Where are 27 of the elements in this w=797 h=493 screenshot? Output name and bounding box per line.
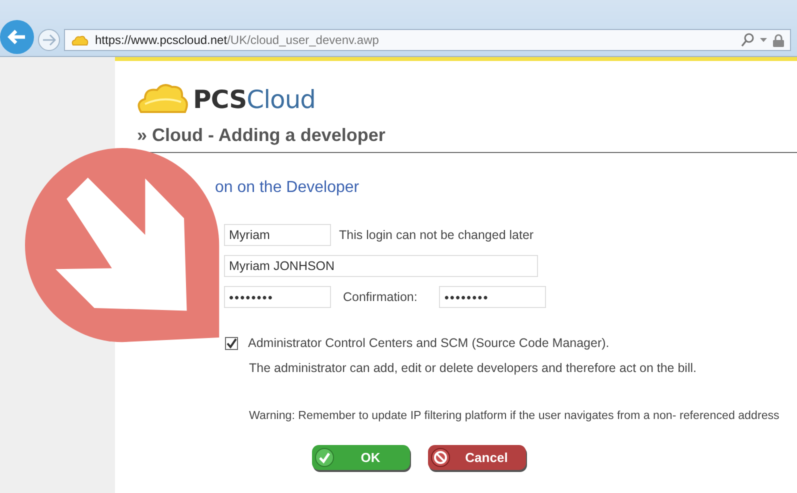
- input-field[interactable]: Myriam JONHSON: [224, 255, 538, 277]
- password-field[interactable]: ••••••••: [224, 286, 331, 308]
- dropdown-icon[interactable]: [760, 38, 767, 42]
- forward-button[interactable]: [38, 29, 60, 51]
- field-hint: This login can not be changed later: [339, 228, 534, 242]
- description-text: The administrator can add, edit or delete developers and therefore act on the bill.: [249, 361, 698, 375]
- logo-text: PCSCloud: [193, 84, 316, 114]
- right-arrow-icon: [42, 34, 56, 46]
- address-bar[interactable]: https://www.pcscloud.net/UK/cloud_user_devenv.awp: [64, 29, 791, 51]
- search-icon[interactable]: [741, 33, 754, 47]
- left-arrow-icon: [7, 29, 27, 45]
- warning-text: Warning: Remember to update IP filtering platform if the user navigates from a non- referenced address: [249, 409, 780, 422]
- checkbox-label: Administrator Control Centers and SCM (Source Code Manager).: [248, 336, 610, 350]
- admin-checkbox[interactable]: [225, 336, 238, 350]
- cloud-logo-icon: [137, 82, 189, 116]
- back-button[interactable]: [0, 20, 34, 54]
- cancel-button[interactable]: Cancel: [428, 445, 526, 470]
- section-title: on on the Developer: [215, 179, 360, 197]
- page-title: » Cloud - Adding a developer: [137, 125, 797, 153]
- field-label: Confirmation:: [343, 290, 418, 304]
- prohibited-icon: [431, 448, 450, 467]
- input-field[interactable]: Myriam: [224, 224, 331, 246]
- lock-icon: [773, 34, 784, 46]
- check-icon: [315, 448, 334, 467]
- cloud-icon: [71, 34, 89, 46]
- url-text: https://www.pcscloud.net/UK/cloud_user_devenv.awp: [95, 33, 379, 47]
- password-field[interactable]: ••••••••: [439, 286, 546, 308]
